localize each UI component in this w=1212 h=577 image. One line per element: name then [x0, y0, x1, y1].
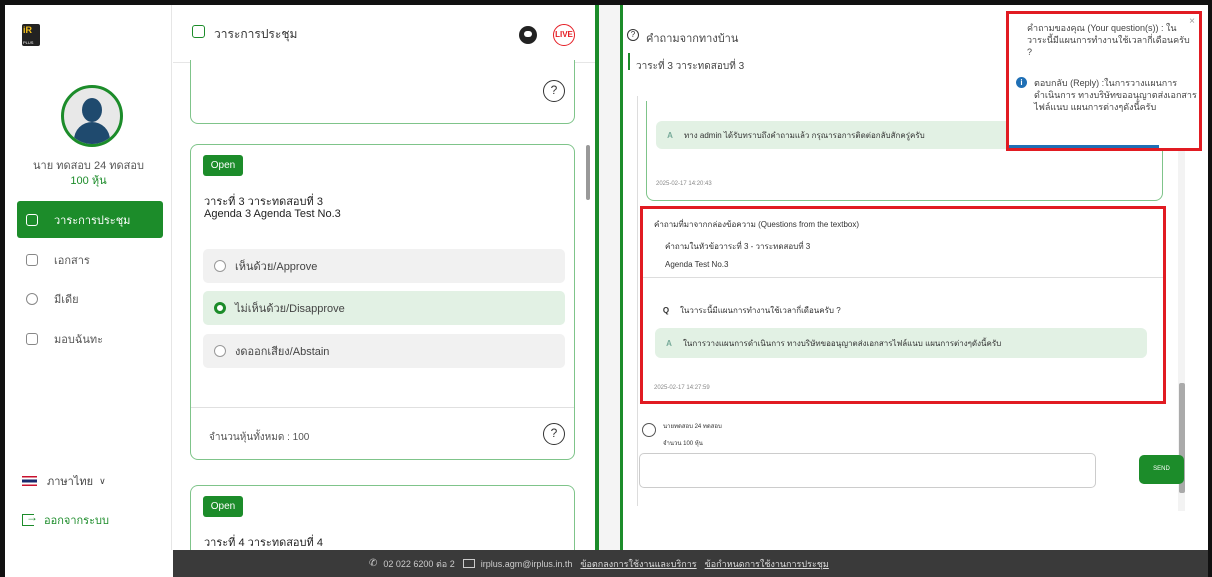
avatar-body — [74, 122, 110, 144]
logo-text: iR — [23, 25, 32, 35]
agenda-card-previous: ? — [190, 60, 575, 124]
live-button[interactable]: LIVE — [553, 24, 575, 46]
answer-letter: A — [667, 130, 673, 140]
sidebar-item-documents[interactable]: เอกสาร — [17, 241, 163, 278]
chat-button[interactable] — [519, 26, 537, 44]
question-icon: ? — [627, 29, 639, 41]
agenda-title: วาระการประชุม — [214, 27, 298, 41]
logout-label: ออกจากระบบ — [44, 515, 109, 527]
vote-option-abstain[interactable]: งดออกเสียง/Abstain — [203, 334, 565, 368]
notification-question: คำถามของคุณ (Your question(s)) : ในวาระน… — [1027, 23, 1190, 57]
status-badge: Open — [203, 155, 243, 176]
divider — [191, 407, 574, 408]
question-button[interactable]: ? — [543, 80, 565, 102]
footer-phone: 02 022 6200 ต่อ 2 — [383, 558, 455, 569]
vote-option-label: งดออกเสียง/Abstain — [235, 346, 330, 358]
avatar — [61, 85, 123, 147]
agenda-item-title: วาระที่ 4 วาระทดสอบที่ 4 — [204, 537, 323, 549]
question-button[interactable]: ? — [543, 423, 565, 445]
window-frame-right — [1208, 0, 1212, 577]
footer-email: irplus.agm@irplus.in.th — [480, 558, 573, 569]
sidebar-item-media[interactable]: มีเดีย — [17, 280, 163, 317]
sidebar-item-label: มีเดีย — [54, 293, 79, 306]
radio-button-selected[interactable] — [214, 302, 226, 314]
logout-button[interactable]: ออกจากระบบ — [22, 510, 109, 529]
terms-link[interactable]: ข้อตกลงการใช้งานและบริการ — [580, 557, 696, 571]
composer-user-shares: จำนวน 100 หุ้น — [663, 441, 703, 447]
notification-timer-bar — [1009, 145, 1159, 148]
agenda-column: วาระการประชุม LIVE ? Open วาระที่ 3 วาระ… — [173, 5, 595, 555]
status-badge: Open — [203, 496, 243, 517]
reply-notification: × คำถามของคุณ (Your question(s)) : ในวาร… — [1006, 11, 1202, 151]
vote-option-approve[interactable]: เห็นด้วย/Approve — [203, 249, 565, 283]
user-shares: 100 หุ้น — [70, 175, 107, 187]
user-icon — [642, 423, 656, 437]
agenda-card: Open วาระที่ 3 วาระทดสอบที่ 3 Agenda 3 A… — [190, 144, 575, 460]
scrollbar[interactable] — [586, 145, 590, 200]
timestamp: 2025-02-17 14:20:43 — [656, 181, 712, 187]
sidebar-item-label: มอบฉันทะ — [54, 333, 104, 346]
vote-option-label: ไม่เห็นด้วย/Disapprove — [235, 303, 345, 315]
radio-button[interactable] — [214, 345, 226, 357]
vote-option-label: เห็นด้วย/Approve — [235, 261, 318, 273]
subtitle-accent — [628, 53, 630, 70]
qa-title: คำถามจากทางบ้าน — [646, 33, 739, 45]
message-input[interactable] — [639, 453, 1096, 488]
agenda-item-subtitle: Agenda 3 Agenda Test No.3 — [204, 208, 341, 220]
composer-user-name: นายทดสอบ 24 ทดสอบ — [663, 424, 722, 430]
avatar-head — [82, 98, 102, 122]
sidebar-item-agenda[interactable]: วาระการประชุม — [17, 201, 163, 238]
logo-sub: PLUS — [23, 40, 34, 45]
qa-subtitle: วาระที่ 3 วาระทดสอบที่ 3 — [636, 61, 745, 72]
mail-icon — [462, 559, 475, 568]
vote-option-disapprove[interactable]: ไม่เห็นด้วย/Disapprove — [203, 291, 565, 325]
language-label: ภาษาไทย — [47, 476, 94, 488]
highlight-annotation-box — [640, 206, 1166, 404]
chevron-down-icon: ∨ — [99, 475, 106, 486]
irplus-logo: iR PLUS — [22, 24, 40, 46]
agenda-icon — [192, 25, 205, 38]
media-icon — [26, 292, 38, 305]
footer: ✆ 02 022 6200 ต่อ 2 irplus.agm@irplus.in… — [173, 550, 1208, 577]
agenda-header: วาระการประชุม LIVE — [173, 5, 595, 63]
phone-icon: ✆ — [369, 558, 378, 569]
agenda-icon — [26, 213, 38, 226]
logout-icon — [22, 510, 38, 526]
notification-reply: ตอบกลับ (Reply) :ในการวางแผนการดำเนินการ… — [1034, 78, 1197, 112]
sidebar: iR PLUS นาย ทดสอบ 24 ทดสอบ 100 หุ้น วาระ… — [5, 5, 172, 550]
sidebar-item-label: เอกสาร — [54, 254, 90, 267]
answer-text: ทาง admin ได้รับทราบถึงคำถามแล้ว กรุณารอ… — [684, 130, 925, 140]
proxy-icon — [26, 332, 38, 345]
info-icon: i — [1016, 77, 1027, 88]
meeting-terms-link[interactable]: ข้อกำหนดการใช้งานการประชุม — [705, 557, 829, 571]
sidebar-item-proxy[interactable]: มอบฉันทะ — [17, 320, 163, 357]
send-button[interactable]: SEND — [1139, 455, 1184, 484]
panel-gutter — [599, 5, 620, 550]
thai-flag-icon — [22, 476, 37, 486]
agenda-card: Open วาระที่ 4 วาระทดสอบที่ 4 — [190, 485, 575, 555]
radio-button[interactable] — [214, 260, 226, 272]
language-selector[interactable]: ภาษาไทย ∨ — [22, 472, 106, 490]
total-shares: จำนวนหุ้นทั้งหมด : 100 — [209, 432, 310, 443]
document-icon — [26, 253, 38, 266]
sidebar-item-label: วาระการประชุม — [54, 214, 131, 227]
